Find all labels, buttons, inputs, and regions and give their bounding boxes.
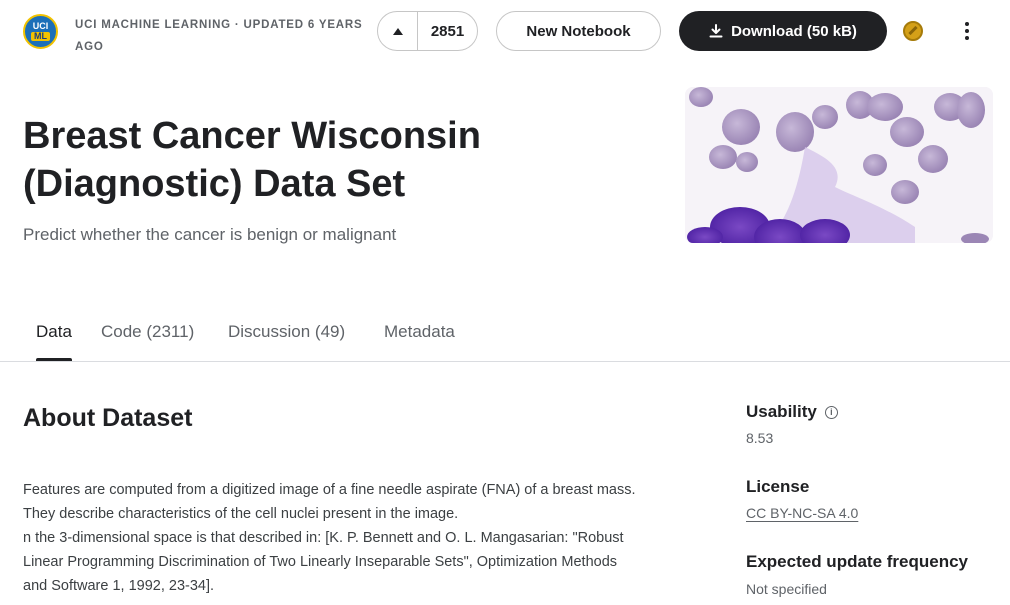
- update-frequency-value: Not specified: [746, 581, 827, 597]
- info-icon[interactable]: i: [824, 406, 838, 419]
- about-dataset-description: Features are computed from a digitized i…: [23, 478, 723, 598]
- license-link[interactable]: CC BY-NC-SA 4.0: [746, 505, 858, 521]
- owner-updated-line[interactable]: UCI MACHINE LEARNING · UPDATED 6 YEARS A…: [75, 14, 375, 58]
- cells-illustration: [685, 87, 993, 243]
- description-line: Features are computed from a digitized i…: [23, 482, 636, 498]
- dataset-cover-image: [685, 87, 993, 243]
- upvote-icon: [392, 27, 403, 35]
- usability-value: 8.53: [746, 430, 774, 446]
- description-line: n the 3-dimensional space is that descri…: [23, 530, 624, 546]
- tab-code[interactable]: Code (2311): [101, 322, 194, 360]
- download-icon: [709, 24, 723, 38]
- tab-metadata[interactable]: Metadata: [384, 322, 455, 360]
- tab-data[interactable]: Data: [36, 322, 72, 361]
- description-line: Linear Programming Discrimination of Two…: [23, 554, 618, 570]
- update-frequency-label: Expected update frequency: [746, 552, 969, 571]
- download-label: Download (50 kB): [731, 22, 857, 40]
- license-label: License: [746, 477, 810, 496]
- usability-label-text: Usability: [746, 402, 817, 421]
- avatar-text-bottom: ML: [31, 32, 50, 41]
- upvote-control: 2851: [377, 11, 478, 51]
- more-vert-icon[interactable]: [957, 19, 977, 43]
- new-notebook-button[interactable]: New Notebook: [496, 11, 661, 51]
- avatar-text-top: UCI: [32, 21, 49, 31]
- description-line: They describe characteristics of the cel…: [23, 506, 459, 522]
- download-button[interactable]: Download (50 kB): [679, 11, 887, 51]
- upvote-button[interactable]: [378, 12, 418, 50]
- dataset-header: UCI ML UCI MACHINE LEARNING · UPDATED 6 …: [0, 0, 1010, 64]
- description-line: and Software 1, 1992, 23-34].: [23, 578, 215, 594]
- dataset-tabs: Data Code (2311) Discussion (49) Metadat…: [0, 312, 1010, 362]
- dataset-title: Breast Cancer Wisconsin (Diagnostic) Dat…: [23, 115, 481, 205]
- about-dataset-heading: About Dataset: [23, 404, 193, 432]
- dataset-subtitle: Predict whether the cancer is benign or …: [23, 225, 397, 244]
- medal-icon[interactable]: [903, 21, 923, 41]
- owner-avatar[interactable]: UCI ML: [23, 14, 58, 49]
- new-notebook-label: New Notebook: [526, 22, 631, 40]
- usability-label: Usability i: [746, 402, 838, 422]
- upvote-count[interactable]: 2851: [418, 23, 477, 40]
- tab-discussion[interactable]: Discussion (49): [228, 322, 345, 360]
